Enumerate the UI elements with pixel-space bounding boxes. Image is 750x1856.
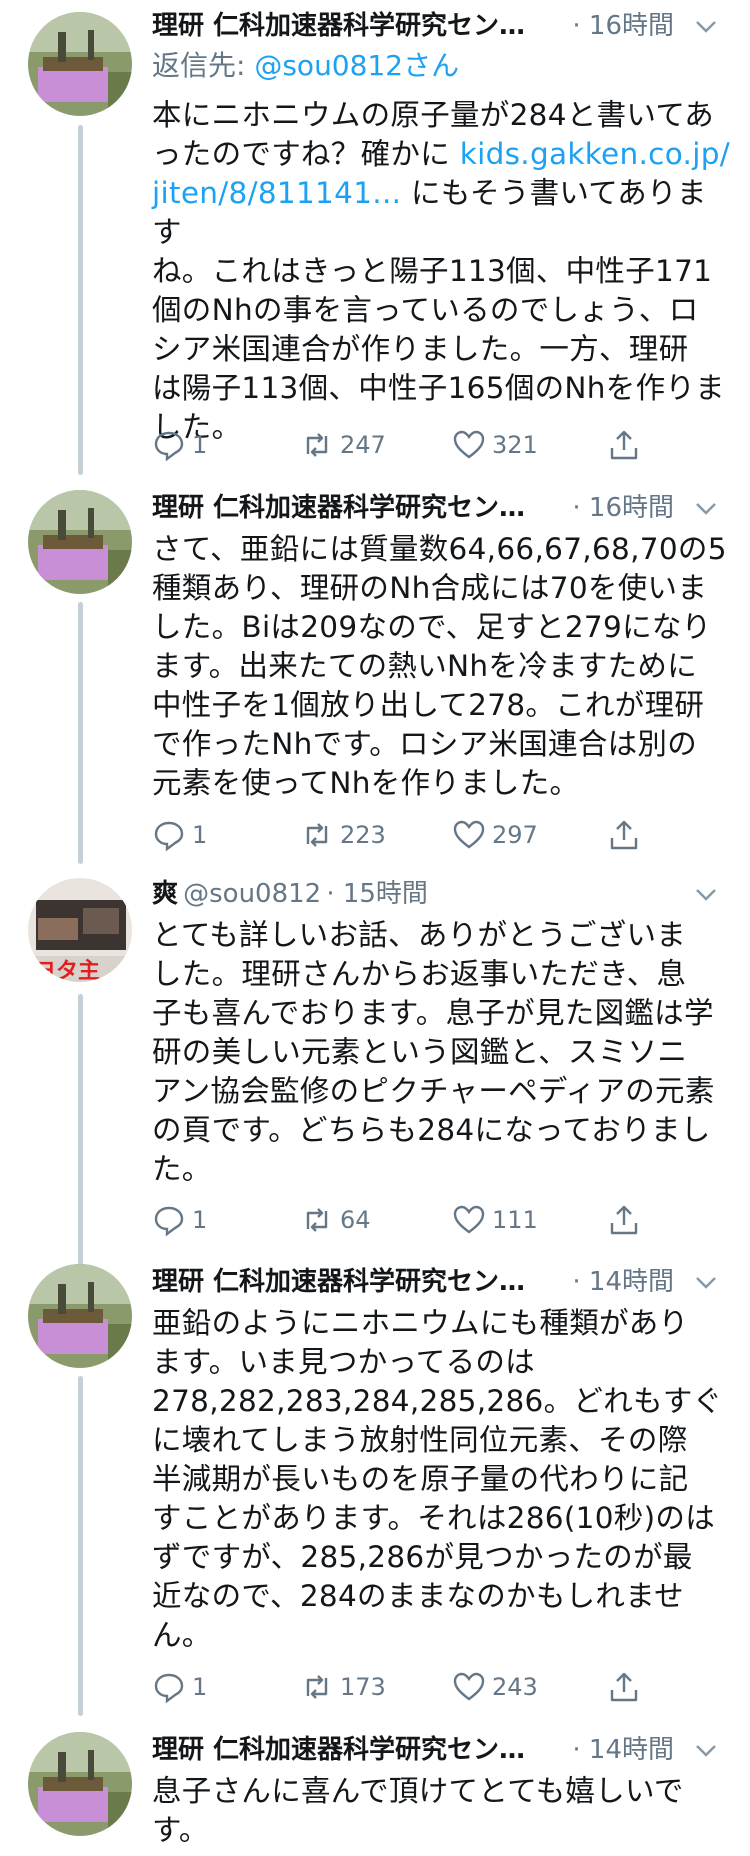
avatar-riken[interactable]: [28, 1732, 132, 1836]
author-name[interactable]: 理研 仁科加速器科学研究セン…: [152, 1730, 525, 1770]
heart-icon: [453, 820, 485, 849]
timestamp[interactable]: · 14時間: [572, 1730, 674, 1770]
link-gakken-path[interactable]: jiten/8/811141...: [152, 176, 401, 210]
reply-icon: [154, 821, 184, 852]
avatar-riken[interactable]: [28, 1264, 132, 1368]
author-name[interactable]: 理研 仁科加速器科学研究セン…: [152, 6, 525, 46]
thread-line: [78, 602, 83, 864]
heart-icon: [453, 1672, 485, 1701]
retweet-button[interactable]: 223: [300, 815, 386, 855]
timestamp[interactable]: · 16時間: [572, 6, 674, 46]
retweet-button[interactable]: 173: [300, 1667, 386, 1707]
reply-button[interactable]: 1: [152, 815, 207, 855]
author-name[interactable]: 爽: [152, 874, 178, 914]
retweet-icon: [306, 1208, 328, 1232]
retweet-icon: [306, 433, 328, 457]
svg-text:ヨタ主: ヨタ主: [34, 959, 100, 982]
share-icon: [610, 430, 638, 460]
chevron-down-icon[interactable]: [690, 878, 722, 910]
reply-button[interactable]: 1: [152, 1200, 207, 1240]
reply-icon: [154, 1673, 184, 1704]
chevron-down-icon[interactable]: [690, 10, 722, 42]
like-button[interactable]: 111: [452, 1200, 538, 1240]
share-button[interactable]: [607, 1200, 641, 1240]
tweet-text: 亜鉛のようにニホニウムにも種類があり ます。いま見つかってるのは 278,282…: [152, 1306, 723, 1652]
share-icon: [610, 1672, 638, 1702]
retweet-button[interactable]: 247: [300, 425, 386, 465]
reply-button[interactable]: 1: [152, 425, 207, 465]
link-gakken[interactable]: kids.gakken.co.jp/: [460, 137, 730, 171]
author-name[interactable]: 理研 仁科加速器科学研究セン…: [152, 1262, 525, 1302]
like-button[interactable]: 243: [452, 1667, 538, 1707]
action-bar: 1 173 243: [152, 1667, 652, 1707]
heart-icon: [453, 1205, 485, 1234]
tweet-text: 本にニホニウムの原子量が284と書いてあ ったのですね？確かに kids.gak…: [152, 98, 730, 444]
tweet-text: とても詳しいお話、ありがとうございま した。理研さんからお返事いただき、息 子も…: [152, 918, 715, 1186]
thread-line: [78, 1376, 83, 1716]
avatar-riken[interactable]: [28, 12, 132, 116]
timestamp[interactable]: · 14時間: [572, 1262, 674, 1302]
author-handle[interactable]: @sou0812: [183, 879, 321, 909]
thread-line: [78, 994, 83, 1276]
share-button[interactable]: [607, 815, 641, 855]
reply-to: 返信先: @sou0812さん: [152, 49, 460, 82]
reply-icon: [154, 431, 184, 462]
timestamp[interactable]: · 15時間: [326, 879, 428, 909]
timestamp[interactable]: · 16時間: [572, 488, 674, 528]
chevron-down-icon[interactable]: [690, 1266, 722, 1298]
action-bar: 1 247 321: [152, 425, 652, 465]
action-bar: 1 64 111: [152, 1200, 652, 1240]
like-button[interactable]: 321: [452, 425, 538, 465]
retweet-icon: [306, 1675, 328, 1699]
reply-button[interactable]: 1: [152, 1667, 207, 1707]
reply-to-handle[interactable]: @sou0812さん: [254, 49, 459, 82]
heart-icon: [453, 430, 485, 459]
thread-line: [78, 125, 83, 475]
share-icon: [610, 820, 638, 850]
chevron-down-icon[interactable]: [690, 1734, 722, 1766]
share-button[interactable]: [607, 425, 641, 465]
like-button[interactable]: 297: [452, 815, 538, 855]
retweet-button[interactable]: 64: [300, 1200, 371, 1240]
share-button[interactable]: [607, 1667, 641, 1707]
action-bar: 1 223 297: [152, 815, 652, 855]
avatar-riken[interactable]: [28, 490, 132, 594]
reply-icon: [154, 1206, 184, 1237]
tweet-text: 息子さんに喜んで頂けてとても嬉しいで す。: [152, 1774, 684, 1847]
author-name[interactable]: 理研 仁科加速器科学研究セン…: [152, 488, 525, 528]
avatar-sou[interactable]: ヨタ主: [28, 878, 132, 982]
retweet-icon: [306, 823, 328, 847]
chevron-down-icon[interactable]: [690, 492, 722, 524]
tweet-text: さて、亜鉛には質量数64,66,67,68,70の5 種類あり、理研のNh合成に…: [152, 532, 727, 800]
share-icon: [610, 1205, 638, 1235]
